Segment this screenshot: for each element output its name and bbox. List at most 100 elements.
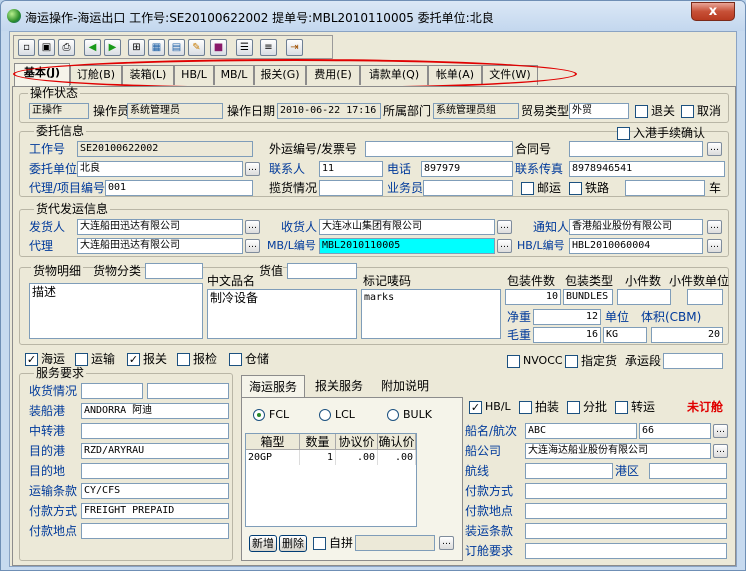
inspect-checkbox[interactable] <box>177 353 190 366</box>
tab-payment-request[interactable]: 请款单(Q) <box>360 65 428 85</box>
contract-more-button[interactable]: … <box>707 142 722 156</box>
carrier-field[interactable]: 大连海达船业股份有限公司 <box>525 443 711 459</box>
save-icon[interactable]: ▣ <box>38 39 55 56</box>
form-icon[interactable]: ▤ <box>168 39 185 56</box>
self-pack-field[interactable] <box>355 535 435 551</box>
tab-booking[interactable]: 订舱(B) <box>70 65 122 85</box>
notify-more-button[interactable]: … <box>707 220 722 234</box>
next-arrow-icon[interactable]: ▶ <box>104 39 121 56</box>
cargo-category-field[interactable] <box>145 263 203 279</box>
invoice-field[interactable] <box>365 141 513 157</box>
table-row-type[interactable]: 20GP <box>246 450 300 465</box>
tab-fees[interactable]: 费用(E) <box>306 65 360 85</box>
route-field[interactable] <box>525 463 613 479</box>
report-icon[interactable]: ☰ <box>236 39 253 56</box>
port-area-field[interactable] <box>649 463 727 479</box>
load-port-field[interactable]: ANDORRA 阿迪 <box>81 403 229 419</box>
carrier-more-button[interactable]: … <box>713 444 728 458</box>
add-row-button[interactable]: 新增 <box>249 535 277 552</box>
fax-field[interactable]: 8978946541 <box>569 161 725 177</box>
pack-checkbox[interactable] <box>519 401 532 414</box>
salesman-field[interactable] <box>423 180 513 196</box>
transit-port-field[interactable] <box>81 423 229 439</box>
agent-field[interactable]: 大连船田迅达有限公司 <box>77 238 243 254</box>
new-icon[interactable]: ▫ <box>18 39 35 56</box>
load-terms-field[interactable] <box>525 523 727 539</box>
client-more-button[interactable]: … <box>245 162 260 176</box>
tab-extra-notes[interactable]: 附加说明 <box>373 375 437 397</box>
tools-icon[interactable]: ✎ <box>188 39 205 56</box>
hbl-checkbox[interactable]: ✓ <box>469 401 482 414</box>
booking-pay-method-field[interactable] <box>525 483 727 499</box>
vessel-more-button[interactable]: … <box>713 424 728 438</box>
payment-field[interactable]: FREIGHT PREPAID <box>81 503 229 519</box>
rail-field[interactable] <box>625 180 705 196</box>
transship-checkbox[interactable] <box>615 401 628 414</box>
hbl-more-button[interactable]: … <box>707 239 722 253</box>
fcl-radio[interactable] <box>253 409 265 421</box>
tab-bills[interactable]: 帐单(A) <box>428 65 482 85</box>
carrier-seg-field[interactable] <box>663 353 723 369</box>
volume-field[interactable]: 20 <box>651 327 723 343</box>
voyage-field[interactable]: 66 <box>639 423 711 439</box>
list-icon[interactable]: ≡ <box>260 39 277 56</box>
trade-type-field[interactable]: 外贸 <box>569 103 629 119</box>
tab-hbl[interactable]: HB/L <box>174 65 214 85</box>
notify-field[interactable]: 香港船业股份有限公司 <box>569 219 703 235</box>
mail-checkbox[interactable] <box>521 182 534 195</box>
title-bar[interactable]: 海运操作-海运出口 工作号:SE20100622002 提单号:MBL20101… <box>1 1 745 31</box>
receive-field-1[interactable] <box>81 383 143 399</box>
land-checkbox[interactable] <box>75 353 88 366</box>
nvocc-checkbox[interactable] <box>507 355 520 368</box>
dest-port-field[interactable]: RZD/ARYRAU <box>81 443 229 459</box>
cn-name-textarea[interactable]: 制冷设备 <box>207 289 357 339</box>
shipper-more-button[interactable]: … <box>245 220 260 234</box>
tab-files[interactable]: 文件(W) <box>482 65 538 85</box>
consignee-field[interactable]: 大连冰山集团有限公司 <box>319 219 495 235</box>
net-weight-field[interactable]: 12 <box>533 309 601 325</box>
op-date-field[interactable]: 2010-06-22 17:16 <box>277 103 381 119</box>
cargo-desc-textarea[interactable]: 描述 <box>29 283 203 339</box>
vessel-field[interactable]: ABC <box>525 423 637 439</box>
prev-arrow-icon[interactable]: ◀ <box>84 39 101 56</box>
tab-loading[interactable]: 装箱(L) <box>122 65 174 85</box>
delete-row-button[interactable]: 删除 <box>279 535 307 552</box>
piece-unit-field[interactable] <box>687 289 723 305</box>
operator-field[interactable]: 系统管理员 <box>127 103 223 119</box>
close-button[interactable]: x <box>691 2 735 21</box>
self-pack-more-button[interactable]: … <box>439 536 454 550</box>
bulk-radio[interactable] <box>387 409 399 421</box>
customs-confirm-checkbox[interactable] <box>617 127 630 140</box>
piece-field[interactable] <box>617 289 671 305</box>
phone-field[interactable]: 897979 <box>421 161 513 177</box>
rail-checkbox[interactable] <box>569 182 582 195</box>
table-row-agreed[interactable]: .00 <box>336 450 378 465</box>
client-field[interactable]: 北良 <box>77 161 243 177</box>
contract-field[interactable] <box>569 141 703 157</box>
grid-icon[interactable]: ▦ <box>148 39 165 56</box>
marks-textarea[interactable]: marks <box>361 289 501 339</box>
job-no-field[interactable]: SE20100622002 <box>77 141 253 157</box>
self-pack-checkbox[interactable] <box>313 537 326 550</box>
table-row-qty[interactable]: 1 <box>300 450 336 465</box>
tab-basic[interactable]: 基本(J) <box>14 63 70 86</box>
split-checkbox[interactable] <box>567 401 580 414</box>
cancel-checkbox[interactable] <box>681 105 694 118</box>
contact-field[interactable]: 11 <box>319 161 383 177</box>
dept-field[interactable]: 系统管理员组 <box>433 103 519 119</box>
agent-no-field[interactable]: 001 <box>105 180 253 196</box>
tree-icon[interactable]: ⊞ <box>128 39 145 56</box>
tab-customs[interactable]: 报关(G) <box>254 65 306 85</box>
pkg-count-field[interactable]: 10 <box>505 289 561 305</box>
sea-checkbox[interactable]: ✓ <box>25 353 38 366</box>
consignee-more-button[interactable]: … <box>497 220 512 234</box>
receive-field-2[interactable] <box>147 383 229 399</box>
table-row-confirmed[interactable]: .00 <box>378 450 416 465</box>
customs-checkbox[interactable]: ✓ <box>127 353 140 366</box>
tab-sea-service[interactable]: 海运服务 <box>241 375 305 397</box>
cargo-value-field[interactable] <box>287 263 357 279</box>
tab-mbl[interactable]: MB/L <box>214 65 254 85</box>
print-icon[interactable]: ⎙ <box>58 39 75 56</box>
agent-more-button[interactable]: … <box>245 239 260 253</box>
terms-field[interactable]: CY/CFS <box>81 483 229 499</box>
